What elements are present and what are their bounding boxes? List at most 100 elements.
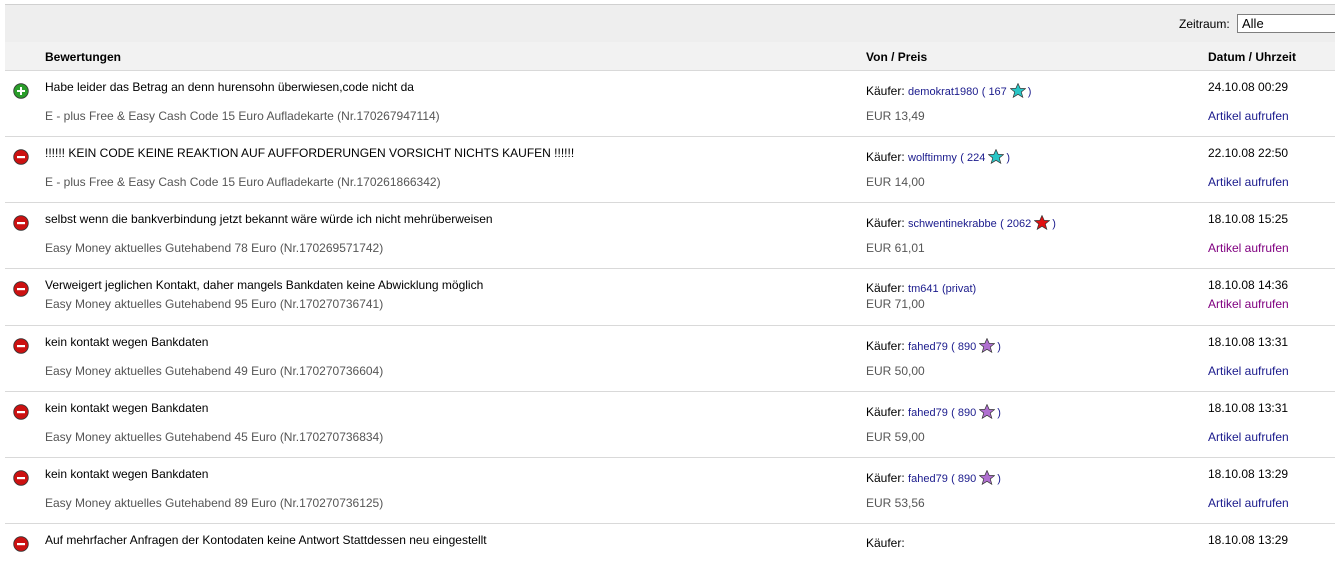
buyer-label: Käufer: — [866, 216, 905, 230]
feedback-score-close: ) — [1006, 152, 1011, 164]
feedback-score-close: ) — [997, 341, 1001, 353]
feedback-comment: kein kontakt wegen Bankdaten — [45, 401, 209, 415]
negative-rating-icon — [13, 281, 29, 297]
feedback-score-close: ) — [997, 473, 1001, 485]
feedback-date: 24.10.08 00:29 — [1208, 80, 1289, 94]
purple-star-icon[interactable] — [978, 403, 996, 422]
buyer-info: Käufer: schwentinekrabbe ( 2062) — [866, 214, 1056, 233]
feedback-score-close: ) — [997, 407, 1001, 419]
feedback-row: kein kontakt wegen Bankdaten Easy Money a… — [5, 325, 1335, 391]
feedback-comment: selbst wenn die bankverbindung jetzt bek… — [45, 212, 493, 226]
buyer-link[interactable]: fahed79 — [908, 407, 948, 419]
negative-rating-icon — [13, 536, 29, 552]
buyer-info: Käufer: wolftimmy ( 224) — [866, 148, 1011, 167]
item-title: Easy Money aktuelles Gutehabend 45 Euro … — [45, 430, 384, 444]
item-title: Easy Money aktuelles Gutehabend 49 Euro … — [45, 364, 384, 378]
view-item-link[interactable]: Artikel aufrufen — [1208, 496, 1289, 510]
table-header: Bewertungen Von / Preis Datum / Uhrzeit — [5, 42, 1335, 70]
buyer-label: Käufer: — [866, 405, 905, 419]
feedback-row: !!!!!! KEIN CODE KEINE REAKTION AUF AUFF… — [5, 136, 1335, 202]
item-title: Easy Money aktuelles Gutehabend 95 Euro … — [45, 297, 384, 311]
filter-bar: Zeitraum: Alle — [5, 4, 1335, 42]
column-header-from-price[interactable]: Von / Preis — [866, 50, 927, 64]
feedback-comment: Verweigert jeglichen Kontakt, daher mang… — [45, 278, 484, 292]
feedback-row: Auf mehrfacher Anfragen der Kontodaten k… — [5, 523, 1335, 563]
item-price: EUR 71,00 — [866, 297, 925, 311]
feedback-row: Habe leider das Betrag an denn hurensohn… — [5, 70, 1335, 136]
view-item-link[interactable]: Artikel aufrufen — [1208, 364, 1289, 378]
column-header-comment[interactable]: Bewertungen — [45, 50, 121, 64]
feedback-row: Verweigert jeglichen Kontakt, daher mang… — [5, 268, 1335, 325]
buyer-info: Käufer: fahed79 ( 890) — [866, 403, 1001, 422]
feedback-date: 18.10.08 13:29 — [1208, 467, 1289, 481]
buyer-link[interactable]: fahed79 — [908, 341, 948, 353]
buyer-label: Käufer: — [866, 281, 905, 295]
feedback-row: kein kontakt wegen Bankdaten Easy Money a… — [5, 457, 1335, 523]
item-price: EUR 59,00 — [866, 430, 925, 444]
buyer-info: Käufer: fahed79 ( 890) — [866, 337, 1001, 356]
buyer-label: Käufer: — [866, 150, 905, 164]
purple-star-icon[interactable] — [978, 469, 996, 488]
feedback-score[interactable]: ( 2062 — [1000, 218, 1031, 230]
buyer-info: Käufer: fahed79 ( 890) — [866, 469, 1001, 488]
feedback-comment: kein kontakt wegen Bankdaten — [45, 467, 209, 481]
view-item-link[interactable]: Artikel aufrufen — [1208, 430, 1289, 444]
feedback-date: 18.10.08 13:31 — [1208, 401, 1289, 415]
feedback-row: selbst wenn die bankverbindung jetzt bek… — [5, 202, 1335, 268]
buyer-info: Käufer: demokrat1980 ( 167) — [866, 82, 1032, 101]
zeitraum-label: Zeitraum: — [1179, 17, 1230, 31]
item-price: EUR 14,00 — [866, 175, 925, 189]
item-price: EUR 53,56 — [866, 496, 925, 510]
buyer-label: Käufer: — [866, 536, 905, 550]
turquoise-star-icon[interactable] — [987, 148, 1005, 167]
negative-rating-icon — [13, 470, 29, 486]
column-header-date[interactable]: Datum / Uhrzeit — [1208, 50, 1296, 64]
feedback-comment: Auf mehrfacher Anfragen der Kontodaten k… — [45, 533, 487, 547]
feedback-date: 18.10.08 13:31 — [1208, 335, 1289, 349]
buyer-info: Käufer: — [866, 536, 905, 550]
view-item-link[interactable]: Artikel aufrufen — [1208, 175, 1289, 189]
turquoise-star-icon[interactable] — [1009, 82, 1027, 101]
view-item-link[interactable]: Artikel aufrufen — [1208, 109, 1289, 123]
negative-rating-icon — [13, 149, 29, 165]
item-title: Easy Money aktuelles Gutehabend 78 Euro … — [45, 241, 384, 255]
buyer-link[interactable]: schwentinekrabbe — [908, 218, 997, 230]
negative-rating-icon — [13, 215, 29, 231]
buyer-link[interactable]: tm641 — [908, 283, 939, 295]
feedback-score[interactable]: ( 890 — [951, 473, 976, 485]
feedback-score[interactable]: ( 167 — [982, 86, 1007, 98]
item-price: EUR 13,49 — [866, 109, 925, 123]
positive-rating-icon — [13, 83, 29, 99]
item-title: Easy Money aktuelles Gutehabend 89 Euro … — [45, 496, 384, 510]
feedback-score[interactable]: ( 224 — [960, 152, 985, 164]
buyer-link[interactable]: fahed79 — [908, 473, 948, 485]
purple-star-icon[interactable] — [978, 337, 996, 356]
negative-rating-icon — [13, 338, 29, 354]
buyer-label: Käufer: — [866, 84, 905, 98]
view-item-link[interactable]: Artikel aufrufen — [1208, 297, 1289, 311]
item-title: E - plus Free & Easy Cash Code 15 Euro A… — [45, 175, 441, 189]
zeitraum-select[interactable]: Alle — [1237, 14, 1335, 33]
feedback-row: kein kontakt wegen Bankdaten Easy Money a… — [5, 391, 1335, 457]
feedback-score-close: ) — [1027, 86, 1032, 98]
item-price: EUR 61,01 — [866, 241, 925, 255]
feedback-comment: Habe leider das Betrag an denn hurensohn… — [45, 80, 414, 94]
item-title: E - plus Free & Easy Cash Code 15 Euro A… — [45, 109, 440, 123]
view-item-link[interactable]: Artikel aufrufen — [1208, 241, 1289, 255]
feedback-date: 18.10.08 15:25 — [1208, 212, 1289, 226]
red-star-icon[interactable] — [1033, 214, 1051, 233]
feedback-comment: !!!!!! KEIN CODE KEINE REAKTION AUF AUFF… — [45, 146, 575, 160]
feedback-date: 18.10.08 13:29 — [1208, 533, 1289, 547]
negative-rating-icon — [13, 404, 29, 420]
buyer-label: Käufer: — [866, 339, 905, 353]
buyer-link[interactable]: demokrat1980 — [908, 86, 978, 98]
feedback-score: (privat) — [941, 283, 977, 295]
buyer-link[interactable]: wolftimmy — [908, 152, 957, 164]
feedback-score-close: ) — [1052, 218, 1056, 230]
feedback-score[interactable]: ( 890 — [951, 407, 976, 419]
item-price: EUR 50,00 — [866, 364, 925, 378]
feedback-date: 18.10.08 14:36 — [1208, 278, 1289, 292]
feedback-comment: kein kontakt wegen Bankdaten — [45, 335, 209, 349]
buyer-info: Käufer: tm641 (privat) — [866, 281, 976, 295]
feedback-score[interactable]: ( 890 — [951, 341, 976, 353]
